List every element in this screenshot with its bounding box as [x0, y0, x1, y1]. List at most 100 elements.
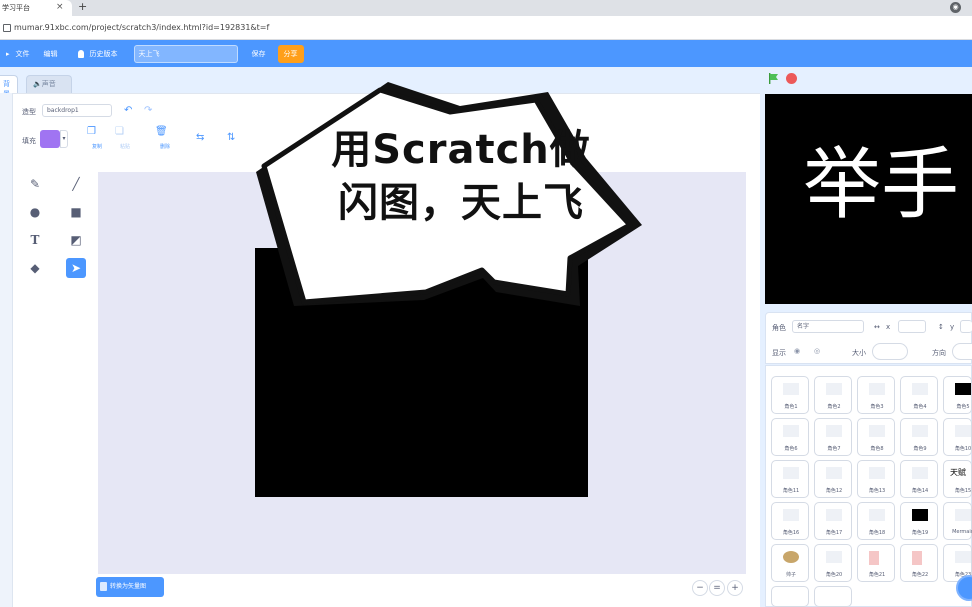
sprite-tile-label: 角色18 — [868, 530, 886, 536]
tab-backdrops[interactable]: 背景 — [0, 75, 18, 98]
delete-label: 删除 — [159, 144, 170, 150]
close-icon[interactable]: × — [56, 2, 64, 12]
sprite-tile[interactable]: 角色20 — [814, 544, 852, 582]
eye-hidden-icon[interactable]: ◎ — [814, 347, 820, 355]
project-title-input[interactable]: 天上飞 — [133, 44, 238, 63]
convert-to-vector-button[interactable]: 转换为矢量图 — [96, 577, 164, 597]
menu-file[interactable]: 文件 — [16, 49, 30, 59]
sprite-tile[interactable] — [814, 586, 852, 607]
green-flag-icon[interactable] — [768, 73, 779, 84]
eye-visible-icon[interactable]: ◉ — [794, 347, 800, 355]
window-control-icon[interactable]: ◉ — [950, 2, 961, 13]
new-tab-button[interactable]: + — [78, 0, 87, 13]
sprite-tile[interactable]: 角色12 — [814, 460, 852, 498]
address-bar[interactable]: mumar.91xbc.com/project/scratch3/index.h… — [0, 16, 972, 40]
sprite-tile[interactable]: 角色4 — [900, 376, 938, 414]
sprite-tile-label: 角色13 — [868, 488, 886, 494]
sprite-tile[interactable]: 角色5 — [943, 376, 972, 414]
rectangle-tool-icon[interactable]: ■ — [66, 202, 86, 222]
url-text[interactable]: mumar.91xbc.com/project/scratch3/index.h… — [14, 23, 269, 32]
menu-language-icon[interactable]: ▸ — [6, 50, 10, 58]
tab-sounds[interactable]: 🔈声音 — [26, 75, 72, 93]
tab-sounds-label: 声音 — [41, 80, 56, 88]
sprite-tile[interactable]: 帅子 — [771, 544, 809, 582]
sprite-tile-label: 角色4 — [913, 404, 927, 410]
direction-input[interactable] — [952, 343, 972, 360]
sprite-tile-label: 角色22 — [911, 572, 929, 578]
sprite-thumbnail — [955, 383, 971, 395]
fill-color-swatch[interactable] — [40, 130, 60, 148]
sprite-tile[interactable]: 角色17 — [814, 502, 852, 540]
sprite-tile[interactable] — [771, 586, 809, 607]
sprite-name-input[interactable]: 名字 — [792, 320, 864, 333]
save-button[interactable]: 保存 — [252, 49, 266, 59]
sprite-thumbnail — [783, 467, 799, 479]
sprite-tile-label: 角色10 — [954, 446, 972, 452]
trash-icon[interactable]: 🗑 — [155, 127, 168, 137]
sprite-tile[interactable]: 角色10 — [943, 418, 972, 456]
sprite-tile[interactable]: 角色13 — [857, 460, 895, 498]
sprite-tile[interactable]: Mermaid — [943, 502, 972, 540]
costume-name-input[interactable]: backdrop1 — [42, 104, 112, 117]
select-tool-icon[interactable]: ➤ — [66, 258, 86, 278]
browser-tab[interactable]: 学习平台 × — [0, 0, 72, 16]
flip-vertical-icon[interactable]: ⇅ — [227, 133, 235, 143]
undo-icon[interactable]: ↶ — [124, 106, 132, 116]
sprite-thumbnail — [783, 425, 799, 437]
sprite-tile[interactable]: 角色1 — [771, 376, 809, 414]
sprite-tile[interactable]: 角色14 — [900, 460, 938, 498]
sprite-tile-label: 角色5 — [956, 404, 970, 410]
fill-bucket-icon[interactable]: ◩ — [66, 230, 86, 250]
history-label: 历史版本 — [89, 49, 118, 58]
paste-icon[interactable]: ❏ — [115, 127, 124, 137]
eraser-tool-icon[interactable]: ◆ — [25, 258, 45, 278]
history-button[interactable]: 历史版本 — [77, 49, 118, 59]
sprite-tile-label: 帅子 — [785, 572, 796, 578]
fill-dropdown-icon[interactable]: ▾ — [60, 130, 68, 148]
text-tool-icon[interactable]: T — [25, 230, 45, 250]
size-label: 大小 — [852, 349, 866, 357]
sprite-tile[interactable]: 角色22 — [900, 544, 938, 582]
convert-label: 转换为矢量图 — [110, 583, 147, 590]
size-input[interactable] — [872, 343, 908, 360]
sprite-tile[interactable]: 角色2 — [814, 376, 852, 414]
sprite-thumbnail — [955, 425, 971, 437]
y-input[interactable] — [960, 320, 972, 333]
sprite-tile-label: 角色8 — [870, 446, 884, 452]
sprite-tile-label: 角色11 — [782, 488, 800, 494]
sprite-tile[interactable]: 角色6 — [771, 418, 809, 456]
browser-tabbar: 学习平台 × + ◉ — [0, 0, 972, 16]
sprite-thumbnail — [869, 551, 879, 565]
sprite-tile[interactable]: 角色7 — [814, 418, 852, 456]
share-button[interactable]: 分享 — [277, 44, 304, 63]
zoom-out-icon[interactable]: − — [692, 580, 708, 596]
sprite-thumbnail — [826, 467, 842, 479]
sprite-tile[interactable]: 天赋 角色15 — [943, 460, 972, 498]
sprite-tile[interactable]: 角色3 — [857, 376, 895, 414]
sprite-tile[interactable]: 角色19 — [900, 502, 938, 540]
copy-label: 复制 — [91, 144, 102, 150]
circle-tool-icon[interactable]: ● — [25, 202, 45, 222]
screen-root: 学习平台 × + ◉ mumar.91xbc.com/project/scrat… — [0, 0, 972, 607]
sprite-tile[interactable]: 角色8 — [857, 418, 895, 456]
redo-icon[interactable]: ↷ — [144, 106, 152, 116]
stop-icon[interactable] — [786, 73, 797, 84]
zoom-in-icon[interactable]: + — [727, 580, 743, 596]
sprite-tile-label: 角色19 — [911, 530, 929, 536]
sprite-tile[interactable]: 角色18 — [857, 502, 895, 540]
sprite-tile[interactable]: 角色9 — [900, 418, 938, 456]
menu-edit[interactable]: 编辑 — [44, 49, 58, 59]
zoom-reset-icon[interactable]: = — [709, 580, 725, 596]
x-input[interactable] — [898, 320, 926, 333]
sprite-thumbnail — [869, 383, 885, 395]
sprite-tile[interactable]: 角色21 — [857, 544, 895, 582]
brush-tool-icon[interactable]: ✎ — [25, 174, 45, 194]
flip-horizontal-icon[interactable]: ⇆ — [196, 133, 204, 143]
sprite-tile[interactable]: 角色16 — [771, 502, 809, 540]
line-tool-icon[interactable]: ╱ — [66, 174, 86, 194]
sprite-thumbnail — [869, 425, 885, 437]
sprite-tile[interactable]: 角色11 — [771, 460, 809, 498]
sprite-tile-label: 角色9 — [913, 446, 927, 452]
sprite-thumbnail — [826, 425, 842, 437]
copy-icon[interactable]: ❐ — [87, 127, 96, 137]
